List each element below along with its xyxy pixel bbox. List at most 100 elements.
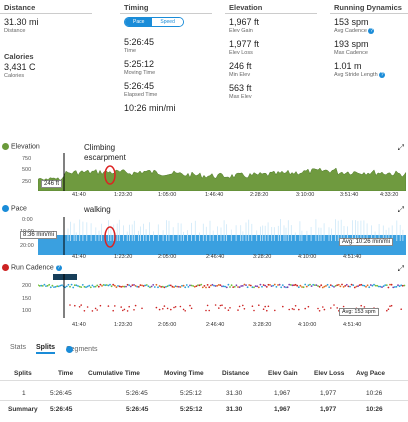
cadence-dot <box>187 286 190 288</box>
timing-column: Timing Pace Speed 5:26:45 Time 5:25:12 Mo… <box>120 0 212 113</box>
cadence-dot <box>184 286 187 289</box>
cadence-dot <box>141 284 143 287</box>
cadence-dot <box>195 285 198 287</box>
cadence-dot <box>387 308 390 310</box>
cadence-dot <box>126 310 129 312</box>
x-tick: 3:28:20 <box>253 322 272 328</box>
column-header[interactable]: Time <box>58 370 73 377</box>
cadence-dot <box>93 285 95 288</box>
cadence-dot <box>216 284 219 287</box>
cadence-dot <box>78 306 81 308</box>
cadence-dot <box>403 284 406 287</box>
pace-chart[interactable]: Pace ⤢ 0:00 10:00 20:00 8:36 min/mi Avg:… <box>0 205 408 262</box>
cadence-dot <box>358 284 361 286</box>
table-cell: 5:25:12 <box>180 390 202 397</box>
cadence-dot <box>123 308 126 311</box>
cadence-dot <box>238 286 241 289</box>
cadence-dot <box>189 304 191 307</box>
column-header[interactable]: Elev Loss <box>314 370 344 377</box>
cadence-dot <box>341 283 343 286</box>
cadence-dot <box>41 285 44 287</box>
expand-icon[interactable]: ⤢ <box>398 205 404 215</box>
cadence-dot <box>174 285 177 288</box>
cadence-dot <box>299 284 302 287</box>
cadence-dot <box>365 285 367 288</box>
cadence-dot <box>251 286 254 289</box>
y-tick: 750 <box>22 156 32 162</box>
cadence-dot <box>360 283 363 286</box>
cadence-dot <box>155 306 158 309</box>
cadence-dot <box>96 284 99 287</box>
cadence-dot <box>121 285 124 288</box>
toggle-speed[interactable]: Speed <box>152 18 183 26</box>
cadence-dot <box>285 286 287 289</box>
cadence-dot <box>61 284 63 287</box>
toggle-pace[interactable]: Pace <box>125 18 153 26</box>
info-icon[interactable]: ? <box>368 27 375 34</box>
elevation-chart[interactable]: Elevation ⤢ 750 500 250 246 ft Climbing … <box>0 143 408 200</box>
running-value: 1.01 m <box>334 61 362 71</box>
column-header[interactable]: Distance <box>222 370 249 377</box>
cadence-dot <box>366 284 369 287</box>
info-icon[interactable]: ? <box>379 71 386 78</box>
tab-stats[interactable]: Stats <box>10 344 26 351</box>
climbing-annotation-2: escarpment <box>84 153 126 162</box>
cadence-dot <box>298 308 300 311</box>
cadence-dot <box>357 285 359 288</box>
table-cell: 10:26 <box>366 390 383 397</box>
cadence-dot <box>337 283 340 286</box>
cadence-chart-title: Run Cadence ? <box>2 264 62 271</box>
column-header[interactable]: Moving Time <box>164 370 204 377</box>
cadence-dot <box>333 304 335 306</box>
cadence-dot <box>219 284 222 286</box>
cadence-dot <box>163 305 166 307</box>
cadence-dot <box>53 286 55 288</box>
tab-splits[interactable]: Splits <box>36 344 56 354</box>
x-tick: 2:46:40 <box>206 322 225 328</box>
cadence-dot <box>282 305 284 308</box>
column-header[interactable]: Elev Gain <box>268 370 298 377</box>
cadence-dot <box>97 285 100 288</box>
cadence-dot <box>272 284 275 287</box>
column-header[interactable]: Cumulative Time <box>88 370 140 377</box>
cadence-dot <box>120 306 122 308</box>
expand-icon[interactable]: ⤢ <box>398 143 404 153</box>
x-tick: 3:10:00 <box>296 192 315 198</box>
cadence-dot <box>227 283 230 286</box>
cadence-dot <box>123 285 126 288</box>
cadence-dot <box>182 284 185 287</box>
cadence-dot <box>237 309 239 311</box>
cadence-dot <box>393 286 396 288</box>
expand-icon[interactable]: ⤢ <box>398 264 404 274</box>
cadence-dot <box>101 285 103 287</box>
table-row[interactable]: 1 5:26:45 5:26:45 5:25:12 31.30 1,967 1,… <box>0 386 408 401</box>
x-tick: 4:51:40 <box>343 254 362 260</box>
cadence-dot <box>113 284 116 287</box>
cadence-dot <box>379 285 382 288</box>
cadence-dot <box>206 284 209 286</box>
cadence-chart[interactable]: Run Cadence ? ⤢ 200 150 100 Avg: 153 spm… <box>0 264 408 334</box>
pace-speed-toggle[interactable]: Pace Speed <box>124 17 184 27</box>
elevation-column: Elevation 1,967 ft Elev Gain 1,977 ft El… <box>225 0 317 101</box>
cadence-dot <box>67 283 70 286</box>
cadence-dot <box>222 285 225 288</box>
cadence-dot <box>155 283 158 286</box>
cadence-dot <box>117 285 119 287</box>
cadence-dot <box>248 284 251 286</box>
cadence-dot <box>69 304 71 306</box>
column-header[interactable]: Splits <box>14 370 32 377</box>
cadence-dot <box>197 284 199 287</box>
cadence-dot <box>307 284 310 287</box>
table-cell: 31.30 <box>226 406 243 413</box>
cadence-dot <box>65 285 68 288</box>
cadence-avg-label: Avg: 153 spm <box>339 308 379 316</box>
x-tick: 4:33:20 <box>380 192 399 198</box>
cadence-dot <box>329 284 332 286</box>
running-label-text: Avg Stride Length <box>334 72 378 78</box>
column-header[interactable]: Avg Pace <box>356 370 385 377</box>
elevation-value: 563 ft <box>229 83 252 93</box>
elevation-marker-label: 246 ft <box>41 180 63 188</box>
running-label: Max Cadence <box>334 50 368 56</box>
info-icon[interactable]: ? <box>55 264 62 271</box>
x-tick: 1:23:20 <box>114 322 133 328</box>
